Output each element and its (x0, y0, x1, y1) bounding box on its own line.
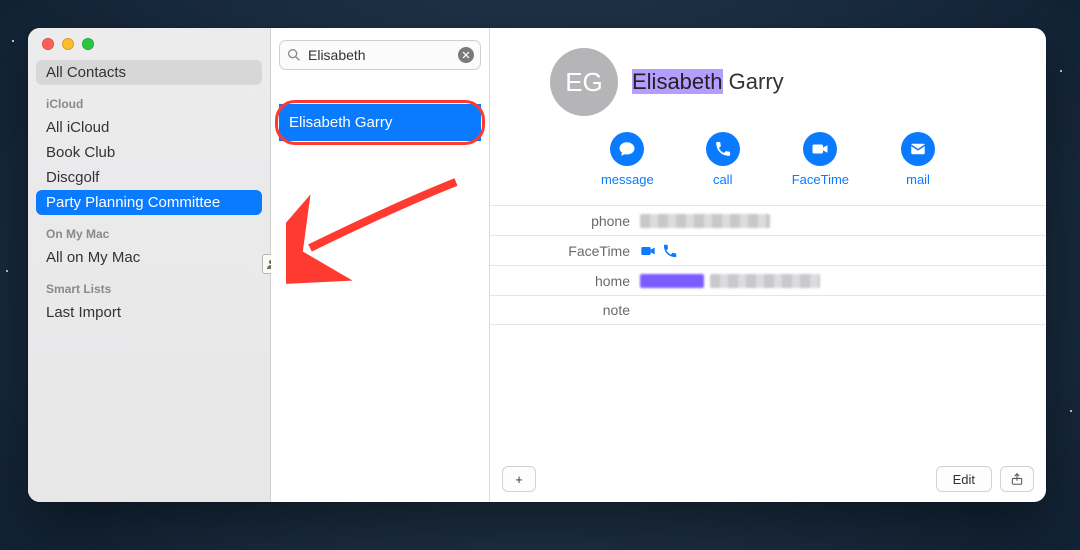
field-phone-label: phone (508, 213, 640, 229)
contact-detail-pane: EG Elisabeth Garry message call FaceTime… (490, 28, 1046, 502)
phone-icon (662, 243, 678, 259)
share-icon (1010, 472, 1024, 486)
action-message[interactable]: message (601, 132, 654, 187)
field-phone-value-redacted (640, 214, 770, 228)
zoom-window-button[interactable] (82, 38, 94, 50)
sidebar-group-title-smartlists: Smart Lists (36, 270, 262, 300)
contact-list-pane: Elisabeth Elisabeth Garry (271, 28, 490, 502)
contact-name: Elisabeth Garry (632, 69, 784, 95)
contacts-window: All Contacts iCloud All iCloud Book Club… (28, 28, 1046, 502)
window-traffic-lights (36, 38, 262, 60)
video-icon (640, 243, 656, 259)
field-home-value-redacted-2 (710, 274, 820, 288)
sidebar-item-party-planning[interactable]: Party Planning Committee (36, 190, 262, 215)
action-call-label: call (713, 172, 733, 187)
minimize-window-button[interactable] (62, 38, 74, 50)
field-note-label: note (508, 302, 640, 318)
action-mail-label: mail (906, 172, 930, 187)
search-clear-button[interactable] (458, 47, 474, 63)
field-phone[interactable]: phone (490, 205, 1046, 235)
field-home-value-redacted-1 (640, 274, 704, 288)
clear-icon (461, 50, 471, 60)
quick-actions: message call FaceTime mail (490, 122, 1046, 205)
avatar[interactable]: EG (550, 48, 618, 116)
sidebar-item-discgolf[interactable]: Discgolf (36, 165, 262, 190)
search-value: Elisabeth (308, 47, 366, 63)
sidebar-group-title-icloud: iCloud (36, 85, 262, 115)
action-call[interactable]: call (706, 132, 740, 187)
contact-fields: phone FaceTime home note (490, 205, 1046, 325)
action-mail[interactable]: mail (901, 132, 935, 187)
close-window-button[interactable] (42, 38, 54, 50)
sidebar-top-item[interactable]: All Contacts (36, 60, 262, 85)
contact-header: EG Elisabeth Garry (490, 28, 1046, 122)
field-home[interactable]: home (490, 265, 1046, 295)
message-icon (618, 140, 636, 158)
contact-last-name: Garry (729, 69, 784, 94)
video-icon (811, 140, 829, 158)
sidebar-item-all-icloud[interactable]: All iCloud (36, 115, 262, 140)
sidebar-item-last-import[interactable]: Last Import (36, 300, 262, 325)
share-button[interactable] (1000, 466, 1034, 492)
sidebar-item-book-club[interactable]: Book Club (36, 140, 262, 165)
sidebar-group-title-onmymac: On My Mac (36, 215, 262, 245)
field-note[interactable]: note (490, 295, 1046, 325)
search-result-row[interactable]: Elisabeth Garry (279, 104, 481, 141)
field-facetime-label: FaceTime (508, 243, 640, 259)
mail-icon (909, 140, 927, 158)
phone-icon (714, 140, 732, 158)
action-facetime-label: FaceTime (792, 172, 849, 187)
search-icon (286, 47, 302, 63)
sidebar-item-all-on-my-mac[interactable]: All on My Mac (36, 245, 262, 270)
search-result-name: Elisabeth Garry (289, 114, 392, 131)
field-facetime[interactable]: FaceTime (490, 235, 1046, 265)
add-contact-button[interactable]: + (502, 466, 536, 492)
sidebar: All Contacts iCloud All iCloud Book Club… (28, 28, 271, 502)
edit-button[interactable]: Edit (936, 466, 992, 492)
field-home-label: home (508, 273, 640, 289)
action-message-label: message (601, 172, 654, 187)
contact-first-name: Elisabeth (632, 69, 723, 94)
search-field[interactable]: Elisabeth (279, 40, 481, 70)
detail-footer: + Edit (490, 456, 1046, 502)
action-facetime[interactable]: FaceTime (792, 132, 849, 187)
